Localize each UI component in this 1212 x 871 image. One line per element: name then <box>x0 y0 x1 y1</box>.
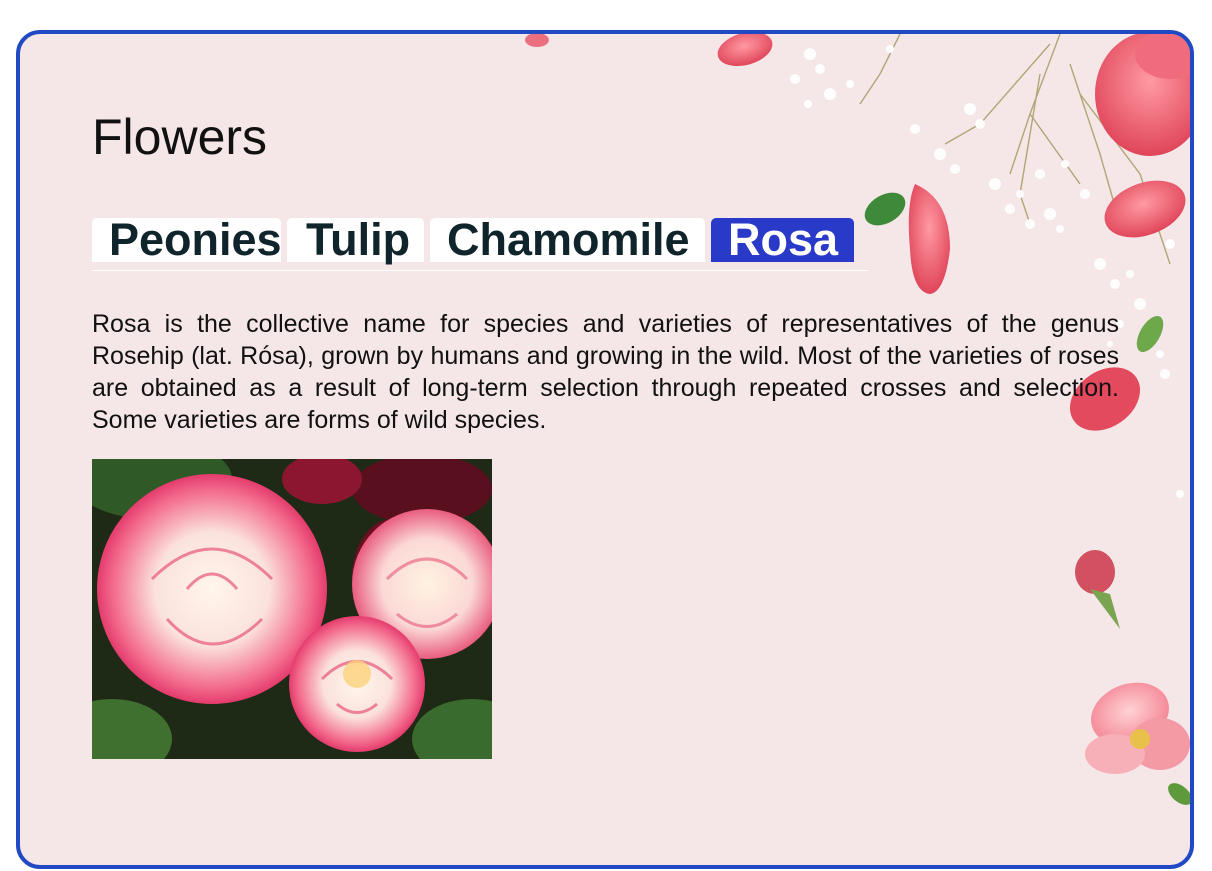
flowers-card: Flowers Peonies Tulip Chamomile Rosa Ros… <box>16 30 1194 869</box>
tab-rosa[interactable]: Rosa <box>711 217 854 262</box>
rosa-description: Rosa is the collective name for species … <box>92 310 1119 434</box>
tab-peonies[interactable]: Peonies <box>92 217 282 262</box>
tab-tulip[interactable]: Tulip <box>287 217 424 262</box>
page-title: Flowers <box>92 109 268 165</box>
rosa-photo <box>92 459 492 759</box>
flower-tabs: Peonies Tulip Chamomile Rosa <box>92 217 868 271</box>
tab-chamomile[interactable]: Chamomile <box>430 217 705 262</box>
